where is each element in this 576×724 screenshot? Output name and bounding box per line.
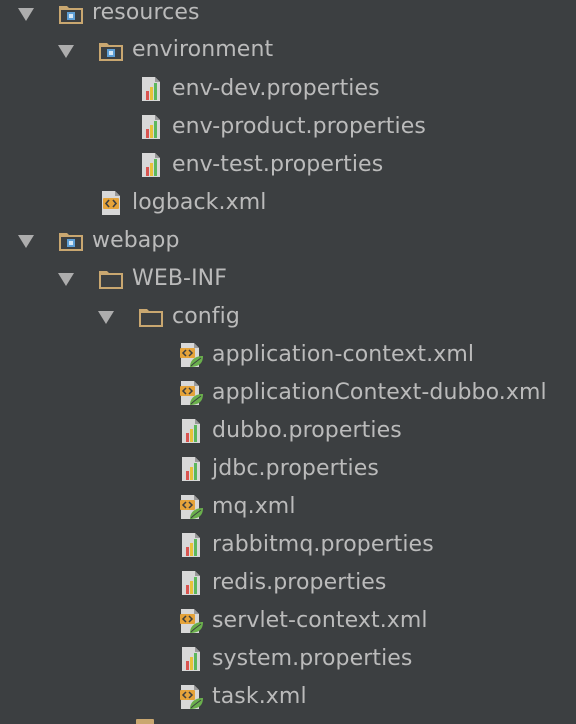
expand-arrow-icon[interactable] xyxy=(58,45,74,58)
tree-node-applicationcontext-dubbo-xml[interactable]: applicationContext-dubbo.xml xyxy=(0,374,576,412)
spring-xml-file-icon xyxy=(178,684,204,710)
spring-xml-file-icon xyxy=(178,494,204,520)
properties-file-icon xyxy=(138,76,164,102)
expand-arrow-icon[interactable] xyxy=(98,311,114,324)
tree-node-label: applicationContext-dubbo.xml xyxy=(212,380,547,405)
tree-node-label: config xyxy=(172,304,240,329)
tree-node-label: redis.properties xyxy=(212,570,387,595)
tree-node-label: system.properties xyxy=(212,646,413,671)
tree-node-redis-properties[interactable]: redis.properties xyxy=(0,564,576,602)
tree-node-rabbitmq-properties[interactable]: rabbitmq.properties xyxy=(0,526,576,564)
tree-node-label: env-dev.properties xyxy=(172,76,380,101)
tree-node-config[interactable]: config xyxy=(0,298,576,336)
tree-node-servlet-context-xml[interactable]: servlet-context.xml xyxy=(0,602,576,640)
properties-file-icon xyxy=(138,114,164,140)
tree-node-env-dev-properties[interactable]: env-dev.properties xyxy=(0,70,576,108)
tree-node-web-inf[interactable]: WEB-INF xyxy=(0,260,576,298)
folder-icon xyxy=(98,266,124,292)
tree-node-label: logback.xml xyxy=(132,190,267,215)
tree-node-label: env-test.properties xyxy=(172,152,384,177)
expand-arrow-icon[interactable] xyxy=(58,273,74,286)
tree-node-environment[interactable]: environment xyxy=(0,32,576,70)
expand-arrow-icon[interactable] xyxy=(18,8,34,21)
properties-file-icon xyxy=(138,152,164,178)
properties-file-icon xyxy=(178,646,204,672)
tree-node-application-context-xml[interactable]: application-context.xml xyxy=(0,336,576,374)
properties-file-icon xyxy=(178,532,204,558)
tree-node-webapp[interactable]: webapp xyxy=(0,222,576,260)
tree-node-label: WEB-INF xyxy=(132,266,227,291)
spring-xml-file-icon xyxy=(178,608,204,634)
tree-node-task-xml[interactable]: task.xml xyxy=(0,678,576,716)
spring-xml-file-icon xyxy=(178,342,204,368)
tree-node-label: rabbitmq.properties xyxy=(212,532,434,557)
properties-file-icon xyxy=(178,570,204,596)
tree-node-jdbc-properties[interactable]: jdbc.properties xyxy=(0,450,576,488)
tree-node-dubbo-properties[interactable]: dubbo.properties xyxy=(0,412,576,450)
tree-node-label: application-context.xml xyxy=(212,342,475,367)
tree-node-resources[interactable]: resources xyxy=(0,0,576,33)
expand-arrow-icon[interactable] xyxy=(18,235,34,248)
tree-node-system-properties[interactable]: system.properties xyxy=(0,640,576,678)
tree-node-label: task.xml xyxy=(212,684,307,709)
tree-node-label: dubbo.properties xyxy=(212,418,402,443)
resource-folder-icon xyxy=(98,38,124,64)
tree-node-label: jdbc.properties xyxy=(212,456,379,481)
tree-node-label: mq.xml xyxy=(212,494,296,519)
resource-folder-icon xyxy=(58,1,84,27)
tree-node-label: environment xyxy=(132,37,274,62)
tree-node-mq-xml[interactable]: mq.xml xyxy=(0,488,576,526)
folder-icon xyxy=(136,719,154,724)
tree-node-label: servlet-context.xml xyxy=(212,608,428,633)
tree-node-env-test-properties[interactable]: env-test.properties xyxy=(0,146,576,184)
xml-file-icon xyxy=(98,190,124,216)
resource-folder-icon xyxy=(58,228,84,254)
spring-xml-file-icon xyxy=(178,380,204,406)
folder-icon xyxy=(138,304,164,330)
project-tree: resources environment env-dev.properties… xyxy=(0,0,576,724)
tree-node-label: resources xyxy=(92,0,200,25)
properties-file-icon xyxy=(178,418,204,444)
tree-node-label: webapp xyxy=(92,228,180,253)
tree-node-label: env-product.properties xyxy=(172,114,426,139)
tree-node-logback-xml[interactable]: logback.xml xyxy=(0,184,576,222)
tree-node-env-product-properties[interactable]: env-product.properties xyxy=(0,108,576,146)
properties-file-icon xyxy=(178,456,204,482)
